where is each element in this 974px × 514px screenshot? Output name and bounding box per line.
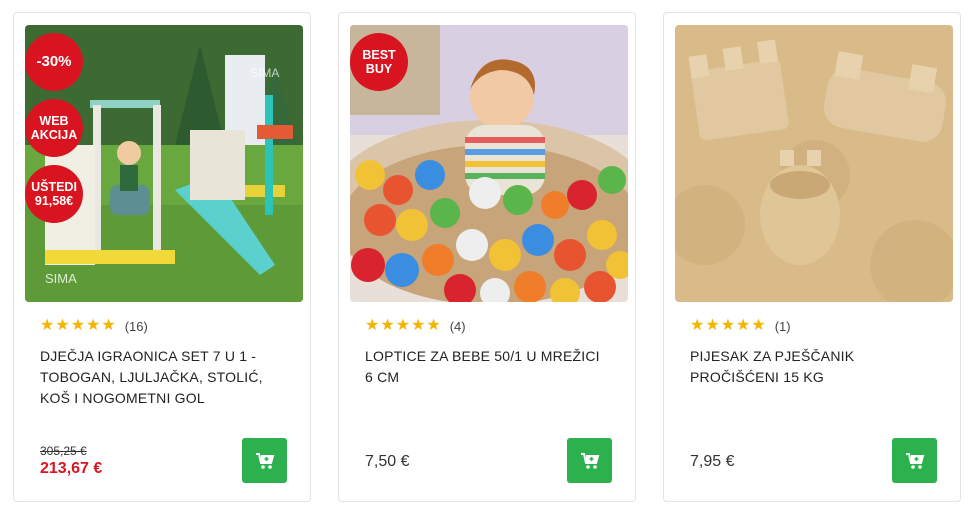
cart-plus-icon — [580, 452, 599, 469]
star-icon: ★ — [365, 317, 380, 334]
discount-badge: -30% — [25, 33, 83, 91]
add-to-cart-button[interactable] — [892, 438, 937, 483]
review-count: (4) — [449, 318, 466, 334]
watermark-text: SIMA — [45, 271, 77, 286]
sale-price: 213,67 € — [40, 460, 103, 477]
sand-castle-image — [675, 25, 953, 302]
cart-plus-icon — [905, 452, 924, 469]
product-card[interactable]: BEST BUY ★ ★ ★ ★ ★ (4) LOPTICE ZA BEBE 5… — [338, 12, 636, 502]
star-icon: ★ — [55, 317, 70, 334]
star-icon: ★ — [690, 317, 705, 334]
rating: ★ ★ ★ ★ ★ (4) — [365, 318, 466, 334]
star-icon: ★ — [70, 317, 86, 334]
star-icon: ★ — [705, 317, 720, 334]
star-icon: ★ — [720, 317, 736, 334]
rating: ★ ★ ★ ★ ★ (16) — [40, 318, 148, 334]
star-icon: ★ — [751, 317, 766, 334]
watermark-text: SIMA — [250, 66, 279, 80]
product-title[interactable]: LOPTICE ZA BEBE 50/1 U MREŽICI 6 CM — [365, 346, 605, 388]
savings-badge: UŠTEDI 91,58€ — [25, 165, 83, 223]
star-icon: ★ — [101, 317, 116, 334]
star-icon: ★ — [86, 317, 101, 334]
star-icon: ★ — [736, 317, 751, 334]
product-card[interactable]: ★ ★ ★ ★ ★ (1) PIJESAK ZA PJEŠČANIK PROČI… — [663, 12, 961, 502]
product-title[interactable]: DJEČJA IGRAONICA SET 7 u 1 - TOBOGAN, LJ… — [40, 346, 280, 409]
star-icon: ★ — [411, 317, 426, 334]
review-count: (16) — [124, 318, 148, 334]
product-image[interactable] — [675, 25, 953, 302]
star-icon: ★ — [395, 317, 411, 334]
star-icon: ★ — [426, 317, 441, 334]
add-to-cart-button[interactable] — [242, 438, 287, 483]
add-to-cart-button[interactable] — [567, 438, 612, 483]
old-price: 305,25 € — [40, 444, 87, 458]
price: 7,50 € — [365, 453, 410, 470]
web-akcija-badge: WEB AKCIJA — [25, 99, 83, 157]
product-card[interactable]: SIMA SIMA -30% WEB AKCIJA UŠTEDI 91,58€ … — [13, 12, 311, 502]
best-buy-badge: BEST BUY — [350, 33, 408, 91]
star-icon: ★ — [40, 317, 55, 334]
rating: ★ ★ ★ ★ ★ (1) — [690, 318, 791, 334]
product-title[interactable]: PIJESAK ZA PJEŠČANIK PROČIŠĆENI 15 KG — [690, 346, 930, 388]
cart-plus-icon — [255, 452, 274, 469]
review-count: (1) — [774, 318, 791, 334]
star-icon: ★ — [380, 317, 395, 334]
price: 7,95 € — [690, 453, 735, 470]
